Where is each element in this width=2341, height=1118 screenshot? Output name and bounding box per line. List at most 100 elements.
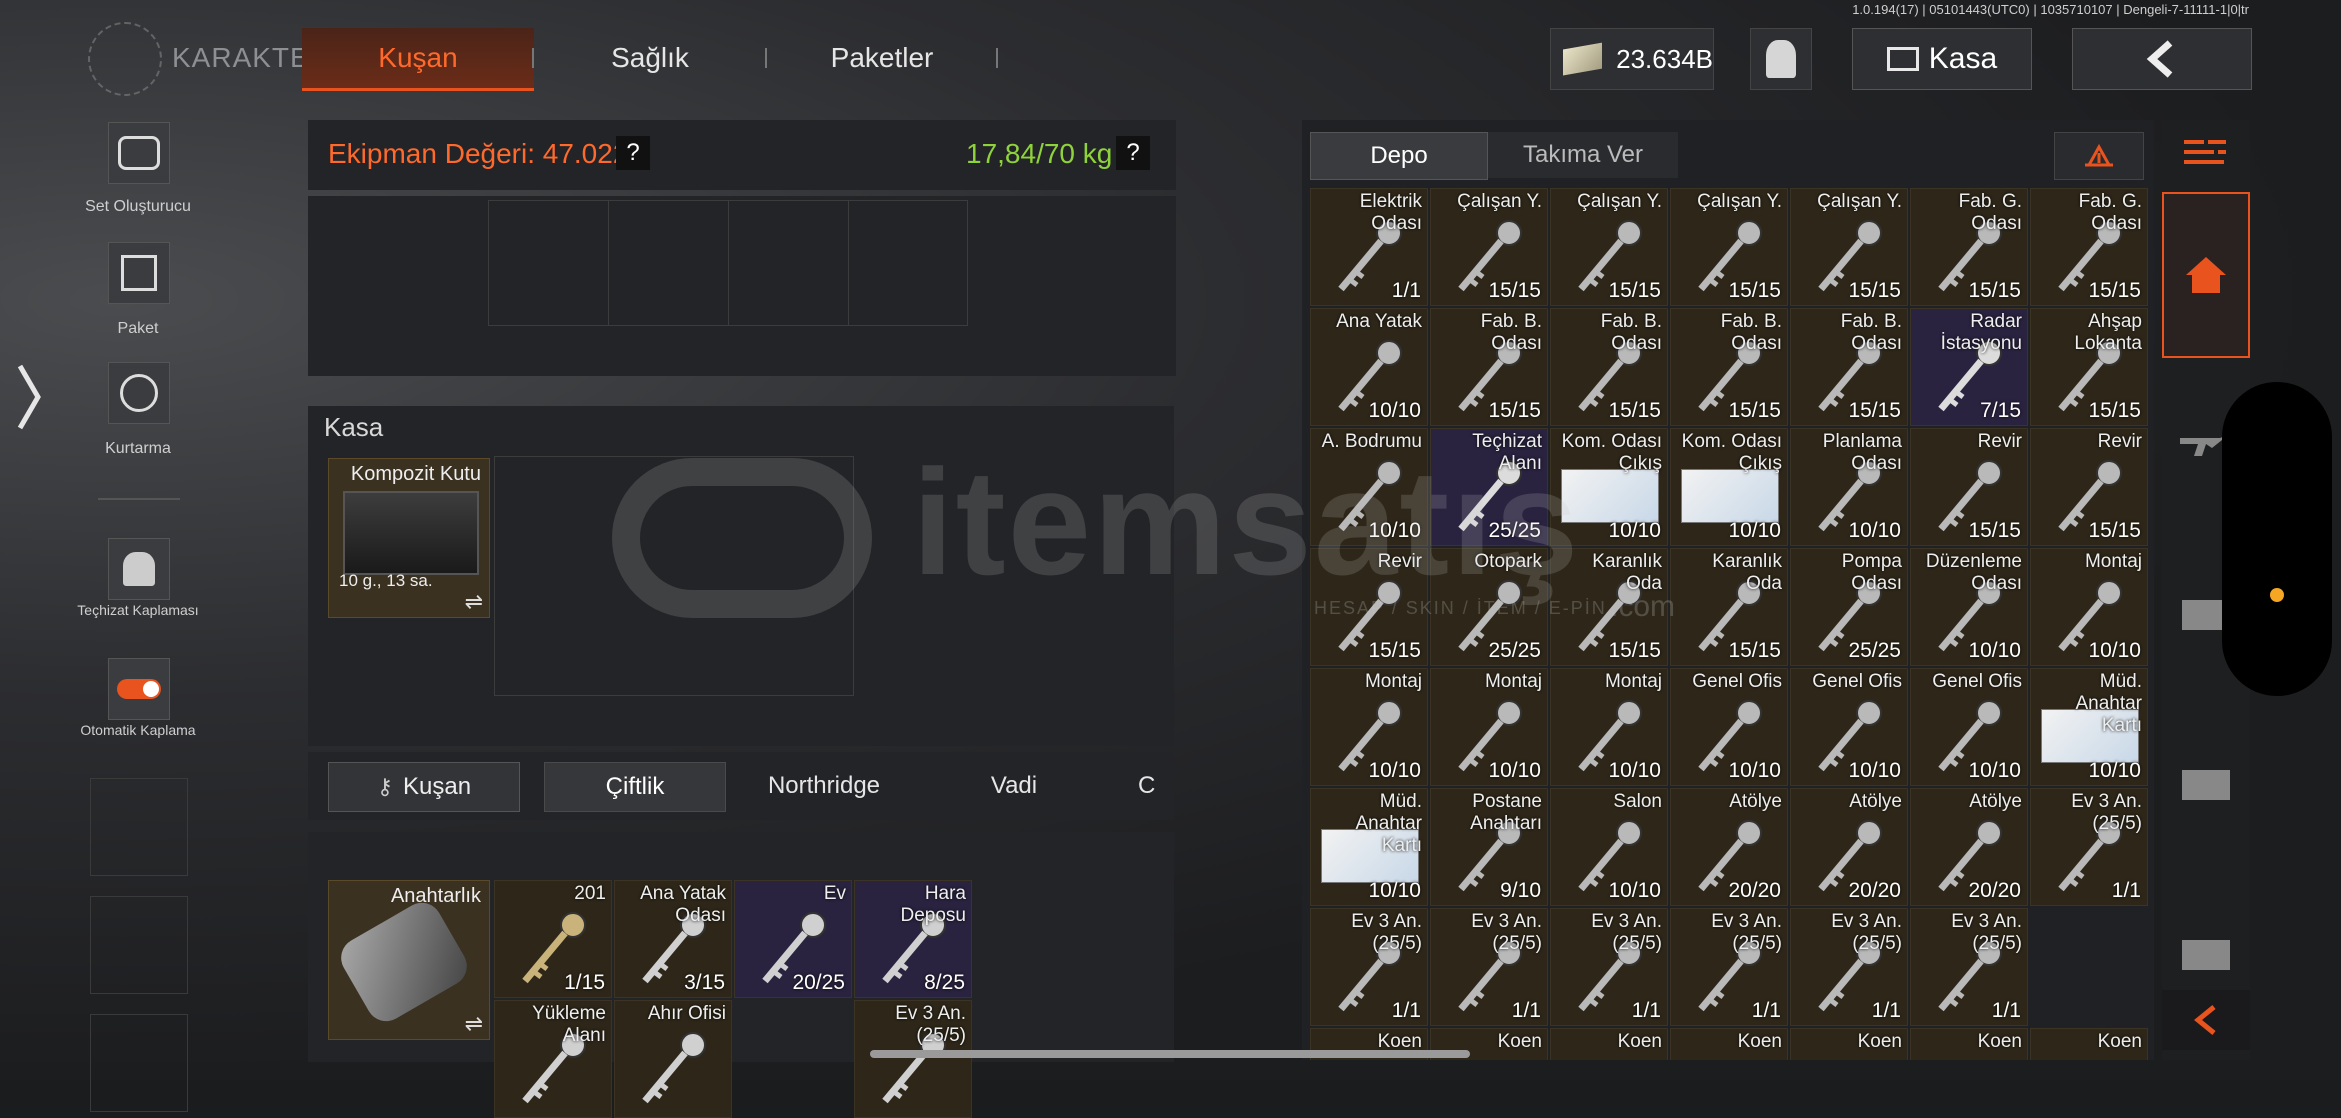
storage-item[interactable]: Montaj 10/10 [1550,668,1668,786]
storage-item[interactable] [2030,908,2148,1026]
tab-c[interactable]: C [1138,762,1168,810]
storage-item[interactable]: Revir 15/15 [2030,428,2148,546]
storage-tab[interactable] [2162,730,2250,840]
back-button[interactable] [2072,28,2252,90]
tab-vadi[interactable]: Vadi [924,762,1104,810]
swap-icon[interactable]: ⇌ [465,1011,483,1037]
storage-item[interactable]: Ev 3 An. (25/5) 1/1 [2030,788,2148,906]
home-tab[interactable] [2162,192,2250,358]
storage-item[interactable]: Çalışan Y. 15/15 [1550,188,1668,306]
kompozit-kutu-item[interactable]: Kompozit Kutu 10 g., 13 sa. ⇌ [328,458,490,618]
auto-skin-toggle[interactable] [108,658,170,720]
storage-item[interactable]: Atölye 20/20 [1910,788,2028,906]
keychain-slot[interactable]: Ev 3 An. (25/5) [854,1000,972,1118]
storage-item[interactable]: Koen [1790,1028,1908,1060]
floating-assistant[interactable] [2222,382,2332,696]
storage-item[interactable]: Fab. B. Odası 15/15 [1670,308,1788,426]
storage-item[interactable]: Koen [1910,1028,2028,1060]
storage-item[interactable]: Revir 15/15 [1910,428,2028,546]
tab-paketler[interactable]: Paketler [772,28,992,88]
keychain-item[interactable]: Anahtarlık ⇌ [328,880,490,1040]
storage-item[interactable]: Koen [2030,1028,2148,1060]
storage-item[interactable]: Koen [1550,1028,1668,1060]
storage-item[interactable]: Fab. B. Odası 15/15 [1550,308,1668,426]
storage-item[interactable]: Fab. G. Odası 15/15 [1910,188,2028,306]
storage-item[interactable]: Karanlık Oda 15/15 [1670,548,1788,666]
package-button[interactable] [108,242,170,304]
expand-chevron-icon[interactable] [14,362,44,432]
storage-item[interactable]: Atölye 20/20 [1670,788,1788,906]
tab-takima-ver[interactable]: Takıma Ver [1488,132,1678,178]
storage-item[interactable]: Montaj 10/10 [2030,548,2148,666]
storage-item[interactable]: Fab. G. Odası 15/15 [2030,188,2148,306]
storage-item[interactable]: Planlama Odası 10/10 [1790,428,1908,546]
filter-button[interactable] [2162,120,2250,190]
storage-item[interactable]: Ev 3 An. (25/5) 1/1 [1550,908,1668,1026]
help-icon[interactable]: ? [1116,136,1150,170]
item-name: Revir [1977,431,2022,452]
storage-item[interactable]: Salon 10/10 [1550,788,1668,906]
storage-item[interactable]: Pompa Odası 25/25 [1790,548,1908,666]
storage-item[interactable]: Koen [1670,1028,1788,1060]
keychain-slot[interactable]: Ev 20/25 [734,880,852,998]
storage-item[interactable]: Montaj 10/10 [1430,668,1548,786]
storage-item[interactable]: Fab. B. Odası 15/15 [1790,308,1908,426]
storage-item[interactable]: Montaj 10/10 [1310,668,1428,786]
storage-item[interactable]: Ev 3 An. (25/5) 1/1 [1790,908,1908,1026]
item-count: 15/15 [1968,279,2021,302]
home-indicator[interactable] [870,1050,1470,1058]
tab-ciftlik[interactable]: Çiftlik [544,762,726,812]
storage-item[interactable]: Fab. B. Odası 15/15 [1430,308,1548,426]
keychain-slot[interactable]: 201 1/15 [494,880,612,998]
item-name: Kompozit Kutu [350,463,481,485]
gear-skin-button[interactable] [108,538,170,600]
storage-item[interactable]: Kom. Odası Çıkış 10/10 [1670,428,1788,546]
tab-northridge[interactable]: Northridge [734,762,914,810]
keychain-slot[interactable]: Ahır Ofisi [614,1000,732,1118]
item-count: 15/15 [1488,279,1541,302]
help-icon[interactable]: ? [616,136,650,170]
equip-key-button[interactable]: ⚷ Kuşan [328,762,520,812]
storage-item[interactable]: Radar İstasyonu 7/15 [1910,308,2028,426]
keychain-slot[interactable]: Yükleme Alanı [494,1000,612,1118]
storage-item[interactable]: Postane Anahtarı 9/10 [1430,788,1548,906]
operator-button[interactable] [1750,28,1812,90]
set-builder-button[interactable] [108,122,170,184]
storage-item[interactable]: Ahşap Lokanta 15/15 [2030,308,2148,426]
sidebar-label: Set Oluşturucu [85,198,191,215]
equipment-grid[interactable] [488,200,968,326]
storage-item[interactable]: Düzenleme Odası 10/10 [1910,548,2028,666]
keychain-slot[interactable]: Hara Deposu 8/25 [854,880,972,998]
storage-item[interactable]: Çalışan Y. 15/15 [1430,188,1548,306]
collapse-button[interactable] [2162,990,2250,1050]
storage-item[interactable]: Genel Ofis 10/10 [1670,668,1788,786]
storage-item[interactable]: Müd. Anahtar Kartı 10/10 [2030,668,2148,786]
keychain-slot[interactable]: Ana Yatak Odası 3/15 [614,880,732,998]
storage-item[interactable]: Çalışan Y. 15/15 [1790,188,1908,306]
rescue-button[interactable] [108,362,170,424]
storage-item[interactable]: Ev 3 An. (25/5) 1/1 [1310,908,1428,1026]
tab-saglik[interactable]: Sağlık [540,28,760,88]
storage-item[interactable]: Genel Ofis 10/10 [1790,668,1908,786]
storage-item[interactable]: Müd. Anahtar Kartı 10/10 [1310,788,1428,906]
storage-item[interactable]: Ev 3 An. (25/5) 1/1 [1670,908,1788,1026]
kasa-button[interactable]: Kasa [1852,28,2032,90]
storage-item[interactable]: Atölye 20/20 [1790,788,1908,906]
item-name: Ahşap Lokanta [2074,311,2142,354]
keycard-icon [1681,469,1779,523]
item-count: 10/10 [1848,519,1901,542]
storage-item[interactable]: Ana Yatak 10/10 [1310,308,1428,426]
swap-icon[interactable]: ⇌ [465,589,483,615]
storage-item[interactable]: Genel Ofis 10/10 [1910,668,2028,786]
storage-item[interactable]: Elektrik Odası 1/1 [1310,188,1428,306]
sort-button[interactable] [2054,132,2144,180]
case-icon [343,491,479,575]
tab-kusan[interactable]: Kuşan [302,28,534,91]
tab-depo[interactable]: Depo [1310,132,1488,180]
storage-item[interactable]: Çalışan Y. 15/15 [1670,188,1788,306]
currency-display[interactable]: 23.634B [1550,28,1714,90]
tab-kusan-label: Kuşan [378,42,458,73]
empty-slot [90,896,188,994]
storage-item[interactable]: Ev 3 An. (25/5) 1/1 [1910,908,2028,1026]
storage-item[interactable]: Ev 3 An. (25/5) 1/1 [1430,908,1548,1026]
